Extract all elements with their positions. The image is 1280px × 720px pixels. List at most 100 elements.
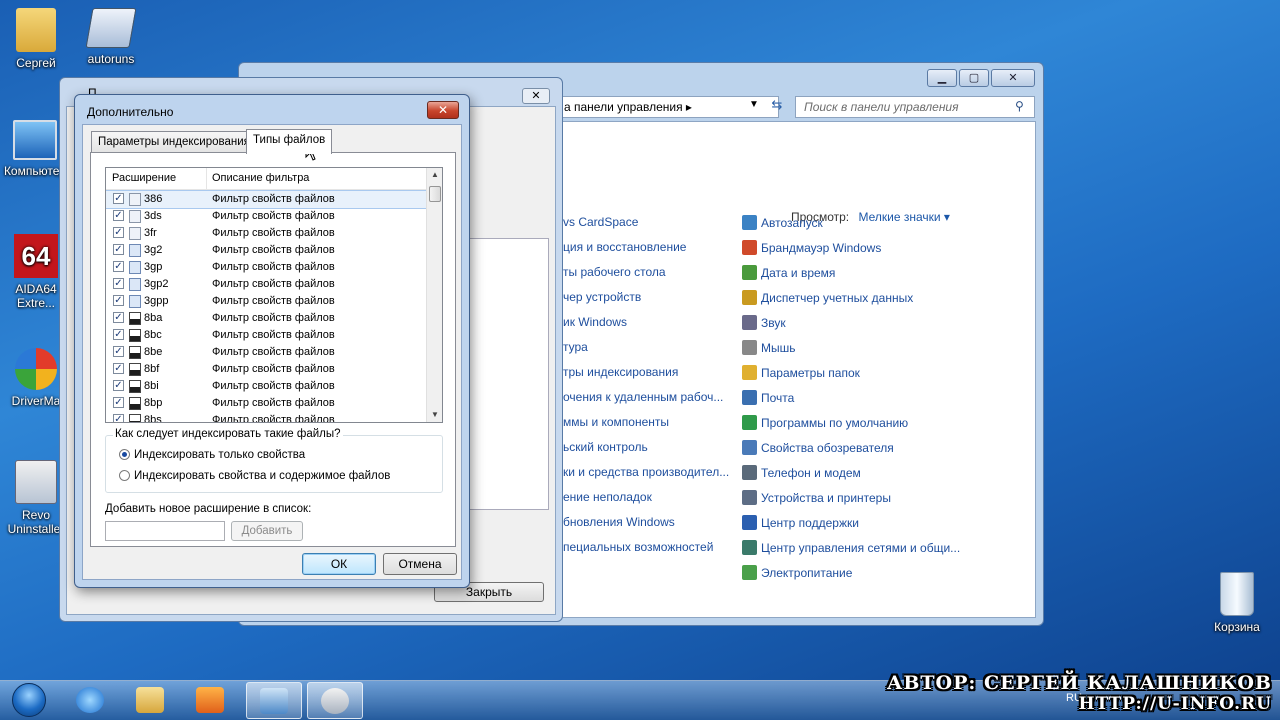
control-panel-item[interactable]: пециальных возможностей [563, 540, 713, 554]
control-panel-item[interactable]: Мышь [742, 340, 796, 355]
checkbox-checked[interactable]: ✓ [113, 312, 124, 323]
checkbox-checked[interactable]: ✓ [113, 278, 124, 289]
control-panel-item[interactable]: Почта [742, 390, 794, 405]
checkbox-checked[interactable]: ✓ [113, 397, 124, 408]
control-panel-item[interactable]: Автозапуск [742, 215, 823, 230]
list-item[interactable]: ✓ 8be Фильтр свойств файлов [106, 344, 426, 361]
list-item[interactable]: ✓ 386 Фильтр свойств файлов [106, 190, 427, 209]
minimize-button[interactable]: ▁ [927, 69, 957, 87]
list-item[interactable]: ✓ 8bi Фильтр свойств файлов [106, 378, 426, 395]
control-panel-item[interactable]: Программы по умолчанию [742, 415, 908, 430]
search-input[interactable]: Поиск в панели управления [795, 96, 1035, 118]
control-panel-item[interactable]: ммы и компоненты [563, 415, 669, 429]
checkbox-checked[interactable]: ✓ [113, 380, 124, 391]
address-dropdown-icon[interactable]: ▼ [749, 99, 759, 110]
radio-button-checked[interactable] [119, 449, 130, 460]
taskbar-indexing-options[interactable] [307, 682, 363, 719]
control-panel-item[interactable]: Электропитание [742, 565, 852, 580]
radio-button[interactable] [119, 470, 130, 481]
control-panel-item[interactable]: Брандмауэр Windows [742, 240, 881, 255]
dialog-close-button[interactable]: ✕ [427, 101, 459, 119]
description-cell: Фильтр свойств файлов [212, 312, 335, 324]
taskbar-control-panel[interactable] [246, 682, 302, 719]
checkbox-checked[interactable]: ✓ [113, 414, 124, 422]
list-header: Расширение Описание фильтра [106, 168, 426, 190]
search-icon[interactable]: ⚲ [1015, 99, 1024, 113]
checkbox-checked[interactable]: ✓ [113, 244, 124, 255]
ok-button[interactable]: ОК [302, 553, 376, 575]
tab-file-types[interactable]: Типы файлов [246, 129, 333, 154]
list-item[interactable]: ✓ 8bs Фильтр свойств файлов [106, 412, 426, 422]
control-panel-item[interactable]: чер устройств [563, 290, 641, 304]
indexing-window-close-button[interactable]: ✕ [522, 88, 550, 104]
control-panel-icon [260, 688, 288, 714]
radio-index-content[interactable]: Индексировать свойства и содержимое файл… [119, 470, 390, 482]
control-panel-item[interactable]: Параметры папок [742, 365, 860, 380]
list-item[interactable]: ✓ 3g2 Фильтр свойств файлов [106, 242, 426, 259]
checkbox-checked[interactable]: ✓ [113, 227, 124, 238]
address-bar[interactable]: а панели управления ▸ [559, 96, 779, 118]
file-types-list[interactable]: Расширение Описание фильтра ✓ 386 Фильтр с… [105, 167, 443, 423]
scroll-down-icon[interactable]: ▼ [427, 408, 442, 422]
control-panel-item[interactable]: Телефон и модем [742, 465, 861, 480]
add-extension-input[interactable] [105, 521, 225, 541]
column-header-description[interactable]: Описание фильтра [212, 172, 309, 184]
control-panel-item[interactable]: Свойства обозревателя [742, 440, 894, 455]
list-item[interactable]: ✓ 3gpp Фильтр свойств файлов [106, 293, 426, 310]
taskbar-explorer[interactable] [122, 682, 178, 719]
list-item[interactable]: ✓ 3gp Фильтр свойств файлов [106, 259, 426, 276]
desktop-icon-user-folder[interactable]: Сергей [1, 8, 71, 70]
list-item[interactable]: ✓ 8bc Фильтр свойств файлов [106, 327, 426, 344]
control-panel-item[interactable]: бновления Windows [563, 515, 675, 529]
control-panel-item[interactable]: очения к удаленным рабоч... [563, 390, 723, 404]
file-type-icon [129, 312, 141, 325]
control-panel-item[interactable]: ты рабочего стола [563, 265, 666, 279]
control-panel-item[interactable]: ьский контроль [563, 440, 648, 454]
control-panel-item[interactable]: Звук [742, 315, 786, 330]
list-item[interactable]: ✓ 3ds Фильтр свойств файлов [106, 208, 426, 225]
list-item[interactable]: ✓ 8bf Фильтр свойств файлов [106, 361, 426, 378]
control-panel-item[interactable]: ция и восстановление [563, 240, 686, 254]
control-panel-item[interactable]: тура [563, 340, 588, 354]
checkbox-checked[interactable]: ✓ [113, 210, 124, 221]
control-panel-item[interactable]: Дата и время [742, 265, 835, 280]
control-panel-item[interactable]: vs CardSpace [563, 215, 638, 229]
control-panel-item[interactable]: Центр поддержки [742, 515, 859, 530]
tab-indexing-settings[interactable]: Параметры индексирования [91, 131, 257, 153]
control-panel-item[interactable]: Диспетчер учетных данных [742, 290, 913, 305]
control-panel-item[interactable]: ик Windows [563, 315, 627, 329]
control-panel-item[interactable]: тры индексирования [563, 365, 678, 379]
list-item[interactable]: ✓ 8bp Фильтр свойств файлов [106, 395, 426, 412]
checkbox-checked[interactable]: ✓ [113, 346, 124, 357]
close-button[interactable]: ✕ [991, 69, 1035, 87]
checkbox-checked[interactable]: ✓ [113, 193, 124, 204]
control-panel-item[interactable]: Устройства и принтеры [742, 490, 891, 505]
radio-index-properties[interactable]: Индексировать только свойства [119, 449, 305, 461]
list-item[interactable]: ✓ 3gp2 Фильтр свойств файлов [106, 276, 426, 293]
checkbox-checked[interactable]: ✓ [113, 295, 124, 306]
view-by-dropdown[interactable]: Мелкие значки ▾ [858, 210, 949, 224]
list-scrollbar[interactable]: ▲ ▼ [426, 168, 442, 422]
control-panel-item-icon [742, 315, 757, 330]
scroll-thumb[interactable] [429, 186, 441, 202]
maximize-button[interactable]: ▢ [959, 69, 989, 87]
column-header-extension[interactable]: Расширение [112, 172, 176, 184]
desktop-icon-recycle-bin[interactable]: Корзина [1202, 572, 1272, 634]
scroll-up-icon[interactable]: ▲ [427, 168, 442, 182]
taskbar-ie[interactable] [62, 682, 118, 719]
checkbox-checked[interactable]: ✓ [113, 261, 124, 272]
refresh-icon[interactable]: ⇆ [767, 97, 787, 117]
column-separator[interactable] [206, 168, 207, 190]
checkbox-checked[interactable]: ✓ [113, 363, 124, 374]
desktop-icon-autoruns[interactable]: autoruns [76, 8, 146, 66]
control-panel-item[interactable]: ение неполадок [563, 490, 652, 504]
add-extension-button[interactable]: Добавить [231, 521, 303, 541]
control-panel-item[interactable]: Центр управления сетями и общи... [742, 540, 960, 555]
start-button[interactable] [2, 682, 56, 720]
control-panel-item[interactable]: ки и средства производител... [563, 465, 729, 479]
cancel-button[interactable]: Отмена [383, 553, 457, 575]
taskbar-media-player[interactable] [182, 682, 238, 719]
list-item[interactable]: ✓ 8ba Фильтр свойств файлов [106, 310, 426, 327]
checkbox-checked[interactable]: ✓ [113, 329, 124, 340]
list-item[interactable]: ✓ 3fr Фильтр свойств файлов [106, 225, 426, 242]
